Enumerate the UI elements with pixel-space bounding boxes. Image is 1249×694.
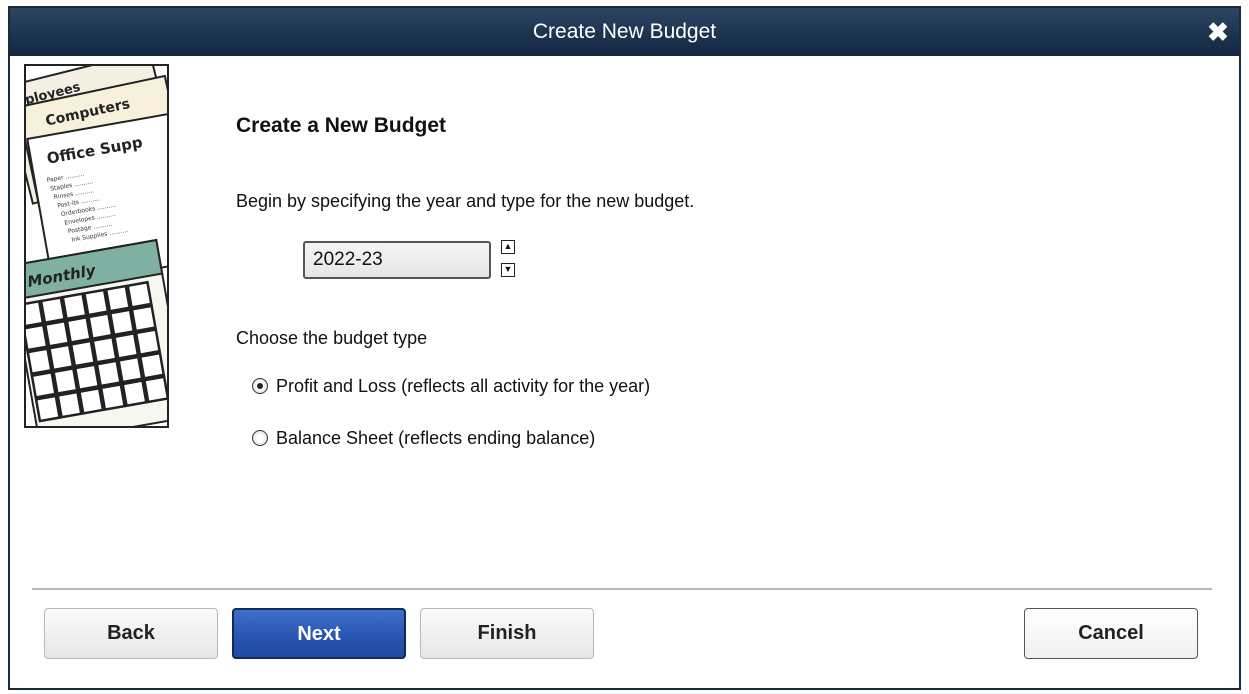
option-label: Profit and Loss (reflects all activity f… (276, 376, 651, 396)
divider (32, 588, 1212, 590)
calendar-cell (39, 296, 67, 325)
budget-illustration: mployees Computers Office Supp Paper ...… (24, 64, 169, 428)
calendar-cell (121, 379, 148, 408)
calendar-cell (52, 366, 79, 396)
calendar-cell (26, 347, 53, 376)
budget-type-label: Choose the budget type (236, 328, 428, 348)
calendar-cell (77, 386, 105, 415)
calendar-cell (47, 343, 75, 372)
calendar-cell (65, 315, 92, 344)
back-button[interactable]: Back (44, 608, 218, 659)
dialog-title: Create New Budget (532, 20, 717, 43)
calendar-cell (61, 292, 88, 321)
radio-button[interactable] (252, 430, 268, 446)
calendar-cell (73, 363, 101, 392)
calendar-cell (43, 319, 71, 348)
title-bar[interactable]: Create New Budget ✖ (10, 8, 1239, 56)
calendar-cell (108, 308, 136, 337)
page-heading: Create a New Budget (236, 114, 447, 137)
next-button[interactable]: Next (232, 608, 406, 659)
budget-year-field[interactable]: 2022-23 (303, 241, 491, 279)
calendar-cell (95, 359, 122, 388)
calendar-cell (126, 280, 153, 309)
chevron-up-icon[interactable]: ▲ (501, 240, 515, 254)
intro-text: Begin by specifying the year and type fo… (236, 191, 695, 211)
create-budget-dialog: Create New Budget ✖ mployees Computers O… (8, 6, 1241, 690)
calendar-cell (26, 323, 49, 352)
option-label: Balance Sheet (reflects ending balance) (276, 428, 596, 448)
calendar-cell (99, 382, 127, 412)
finish-button[interactable]: Finish (420, 608, 594, 659)
calendar-cell (117, 355, 144, 384)
calendar-cell (130, 304, 157, 333)
calendar-cell (34, 394, 62, 423)
calendar-cell (104, 284, 132, 313)
calendar-cell (87, 312, 114, 341)
balance-sheet-option[interactable]: Balance Sheet (reflects ending balance) (252, 428, 595, 449)
calendar-cell (134, 328, 162, 357)
calendar-cell (26, 299, 45, 328)
radio-button[interactable] (252, 378, 268, 394)
calendar-cell (138, 351, 166, 380)
cancel-button[interactable]: Cancel (1024, 608, 1198, 659)
calendar-cell (30, 370, 57, 399)
calendar-cell (82, 288, 110, 317)
profit-and-loss-option[interactable]: Profit and Loss (reflects all activity f… (252, 376, 650, 397)
calendar-cell (91, 335, 118, 364)
calendar-cell (56, 390, 83, 419)
chevron-down-icon[interactable]: ▼ (501, 263, 515, 277)
calendar-cell (69, 339, 97, 368)
close-icon[interactable]: ✖ (1205, 19, 1231, 45)
calendar-cell (112, 331, 140, 360)
calendar-cell (142, 375, 167, 404)
